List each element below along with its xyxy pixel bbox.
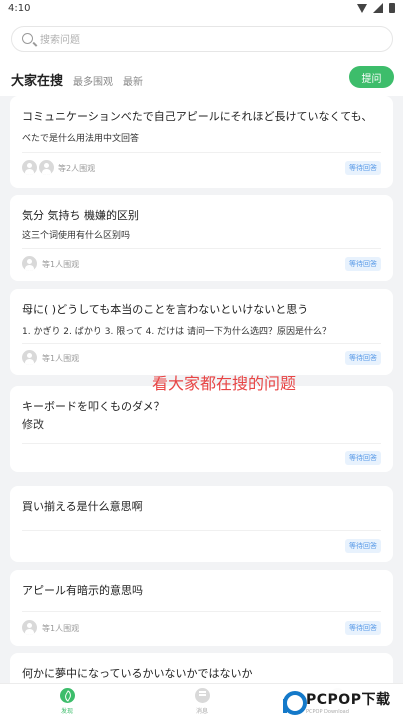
question-description: べたで是什么用法用中文回答 [22, 134, 140, 144]
tab-newest[interactable]: 最新 [123, 73, 143, 88]
question-card[interactable]: 買い揃える是什么意思啊 等待回答 [10, 486, 393, 562]
nav-label: 发现 [60, 708, 73, 715]
card-footer: 等1人围观 等待回答 [22, 619, 381, 637]
question-title: 何かに夢中になっているかいないかではないか [22, 667, 253, 680]
avatar [22, 350, 37, 365]
status-badge: 等待回答 [345, 621, 381, 635]
question-title: キーボードを叩くものダメ？ [22, 400, 165, 413]
search-input[interactable] [40, 31, 370, 49]
search-icon [22, 33, 33, 44]
watcher-count: 等1人围观 [42, 624, 80, 633]
question-title: 母に( )どうしても本当のことを言わないといけないと思う [22, 303, 309, 316]
status-badge: 等待回答 [345, 351, 381, 365]
question-title: 買い揃える是什么意思啊 [22, 500, 143, 513]
card-divider [22, 443, 381, 444]
question-description: 这三个词使用有什么区别吗 [22, 231, 131, 241]
ask-question-button[interactable]: 提问 [349, 66, 394, 88]
watcher-count: 等1人围观 [42, 354, 80, 363]
status-badge: 等待回答 [345, 257, 381, 271]
watermark-subtitle: PCPOP Download [306, 709, 349, 715]
watermark-title: PCPOP下载 [306, 692, 391, 708]
card-footer: 等待回答 [22, 537, 381, 555]
avatar [22, 160, 37, 175]
watcher-count: 等2人围观 [58, 164, 96, 173]
watermark-text: PCPOP下载 PCPOP Download [306, 689, 390, 715]
card-divider [22, 152, 381, 153]
card-divider [22, 343, 381, 344]
watcher-count: 等1人围观 [42, 260, 80, 269]
card-divider [22, 248, 381, 249]
search-bar[interactable] [11, 26, 393, 52]
card-footer: 等1人围观 等待回答 [22, 255, 381, 273]
avatar [39, 160, 54, 175]
tab-most-watched[interactable]: 最多围观 [73, 73, 113, 88]
status-bar: 4:10 [0, 0, 403, 20]
card-divider [22, 530, 381, 531]
tab-popular-searches[interactable]: 大家在搜 [11, 70, 63, 89]
card-footer: 等1人围观 等待回答 [22, 349, 381, 367]
leaf-icon [59, 688, 75, 703]
chat-icon [194, 688, 210, 703]
signal-icon [373, 3, 383, 13]
status-badge: 等待回答 [345, 539, 381, 553]
watermark: PCPOP下载 PCPOP Download [278, 686, 395, 718]
status-badge: 等待回答 [345, 451, 381, 465]
battery-icon [389, 3, 395, 13]
question-card[interactable]: 母に( )どうしても本当のことを言わないといけないと思う 1. かぎり 2. ば… [10, 289, 393, 375]
question-description: 1. かぎり 2. ばかり 3. 限って 4. だけは 请问一下为什么选四？原因… [22, 327, 331, 337]
watermark-logo-icon [282, 691, 307, 715]
header: 大家在搜 最多围观 最新 提问 [0, 20, 403, 96]
watcher-avatars [22, 620, 37, 635]
status-icons [357, 3, 395, 13]
avatar [22, 620, 37, 635]
nav-messages[interactable]: 消息 [172, 688, 232, 715]
card-footer: 等待回答 [22, 449, 381, 467]
filter-tabs: 大家在搜 最多围观 最新 [11, 70, 143, 89]
avatar [22, 256, 37, 271]
watcher-avatars [22, 350, 37, 365]
question-card[interactable]: キーボードを叩くものダメ？ 修改 等待回答 [10, 386, 393, 472]
question-title: 気分 気持ち 機嫌的区别 [22, 209, 139, 222]
watcher-avatars [22, 160, 54, 175]
status-time: 4:10 [8, 3, 31, 14]
nav-label: 消息 [195, 708, 208, 715]
question-description: 修改 [22, 418, 44, 431]
watcher-avatars [22, 256, 37, 271]
nav-discover[interactable]: 发现 [37, 688, 97, 715]
overlay-caption: 看大家都在搜的问题 [152, 374, 297, 393]
card-footer: 等2人围观 等待回答 [22, 159, 381, 177]
question-title: コミュニケーションべたで自己アピールにそれほど長けていなくても、 [22, 110, 373, 123]
card-divider [22, 611, 381, 612]
question-card[interactable]: コミュニケーションべたで自己アピールにそれほど長けていなくても、 べたで是什么用… [10, 96, 393, 188]
question-title: アピール有暗示的意思吗 [22, 584, 143, 597]
question-card[interactable]: 気分 気持ち 機嫌的区别 这三个词使用有什么区别吗 等1人围观 等待回答 [10, 195, 393, 281]
wifi-icon [357, 3, 367, 13]
question-card[interactable]: アピール有暗示的意思吗 等1人围观 等待回答 [10, 570, 393, 646]
status-badge: 等待回答 [345, 161, 381, 175]
